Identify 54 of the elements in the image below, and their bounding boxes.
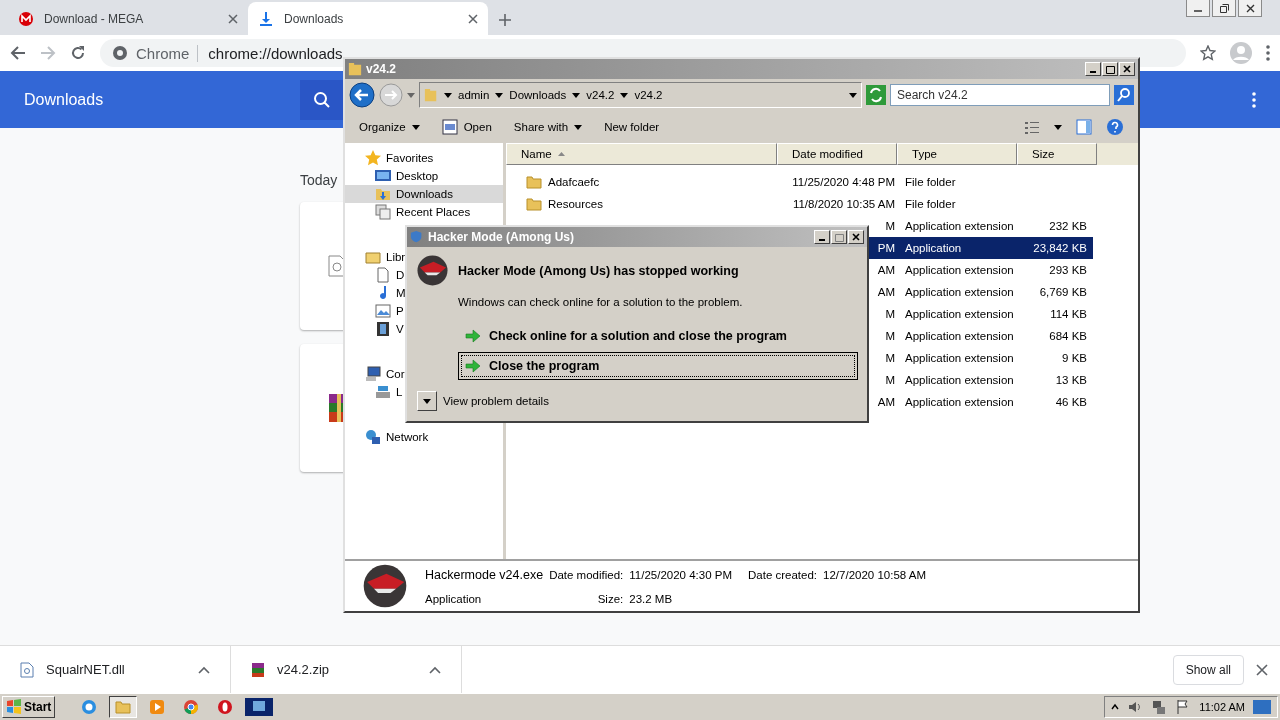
dialog-heading: Hacker Mode (Among Us) has stopped working [458, 263, 739, 278]
file-date: M [885, 220, 895, 232]
tab-title: Download - MEGA [44, 11, 145, 26]
file-type: Application [424, 592, 483, 605]
file-size: 114 KB [1050, 308, 1087, 320]
field-label: Date created: [747, 568, 818, 581]
file-size: 232 KB [1049, 220, 1087, 232]
file-size: 293 KB [1049, 264, 1087, 276]
field-value: 12/7/2020 10:58 AM [823, 568, 926, 581]
dialog-message: Windows can check online for a solution to the problem. [457, 295, 744, 310]
file-date: M [885, 330, 895, 342]
file-size: 13 KB [1055, 374, 1087, 386]
url-text: chrome://downloads [197, 44, 343, 62]
file-type: Application extension [905, 220, 1014, 232]
file-date: 11/8/2020 10:35 AM [792, 198, 895, 210]
field-label: Date modified: [549, 568, 624, 581]
file-type: Application extension [905, 352, 1014, 364]
file-name: v24.2.zip [277, 662, 331, 677]
file-type: File folder [905, 176, 956, 188]
file-date: PM [877, 242, 895, 254]
file-date: AM [877, 396, 895, 408]
file-date: 11/25/2020 4:48 PM [792, 176, 895, 188]
file-size: 6,769 KB [1039, 286, 1087, 298]
file-type: Application extension [905, 286, 1014, 298]
date-heading: Today [300, 172, 338, 188]
file-type: Application [905, 242, 962, 254]
file-size: 9 KB [1062, 352, 1087, 364]
field-value: 23.2 MB [629, 592, 674, 605]
field-label: Size: [596, 592, 624, 605]
file-date: M [885, 352, 895, 364]
file-name: SqualrNET.dll [46, 662, 126, 677]
page-title: Downloads [24, 90, 105, 109]
file-name: Adafcaefc [548, 176, 600, 188]
file-name: Hackermode v24.exe [424, 567, 544, 582]
file-type: Application extension [905, 396, 1014, 408]
file-size: 46 KB [1055, 396, 1087, 408]
file-date: AM [877, 286, 895, 298]
file-type: Application extension [905, 308, 1014, 320]
site-label: Chrome [136, 44, 190, 62]
file-date: M [885, 374, 895, 386]
file-type: Application extension [905, 330, 1014, 342]
file-size: 684 KB [1049, 330, 1087, 342]
file-type: Application extension [905, 374, 1014, 386]
file-date: M [885, 308, 895, 320]
file-date: AM [877, 264, 895, 276]
dialog-title: Hacker Mode (Among Us) [428, 230, 576, 244]
file-name: Resources [548, 198, 603, 210]
tab-title: Downloads [284, 11, 345, 26]
file-type: Application extension [905, 264, 1014, 276]
file-type: File folder [905, 198, 956, 210]
field-value: 11/25/2020 4:30 PM [629, 568, 732, 581]
details-toggle-label: View problem details [443, 395, 549, 407]
file-size: 23,842 KB [1033, 242, 1087, 254]
clock: 11:02 AM [1199, 701, 1245, 713]
